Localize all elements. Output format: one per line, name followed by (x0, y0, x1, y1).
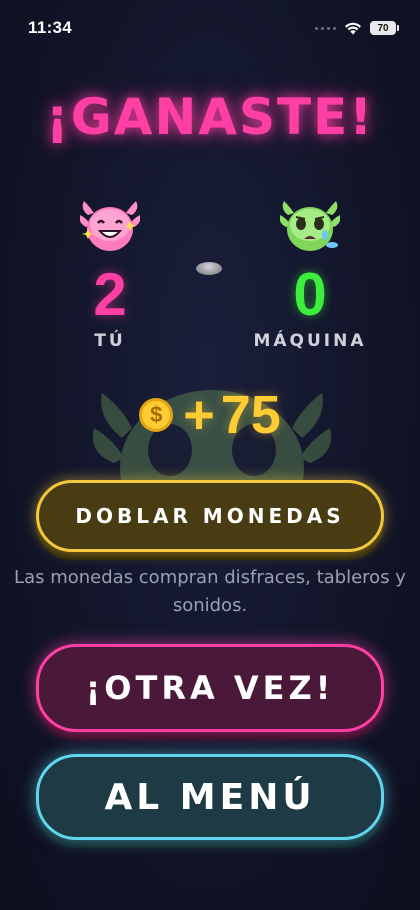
coin-icon: $ (139, 398, 174, 432)
player-you: 2 TÚ (40, 195, 180, 351)
score-divider (196, 262, 222, 275)
reward-amount-group: + 75 (183, 384, 281, 446)
play-again-button[interactable]: ¡OTRA VEZ! (36, 644, 384, 732)
reward-amount: 75 (220, 385, 281, 445)
status-icons: 70 (315, 21, 399, 35)
player-score: 2 (93, 261, 127, 328)
machine-score: 0 (293, 261, 327, 328)
machine-label: MÁQUINA (253, 331, 367, 351)
result-title: ¡GANASTE! (45, 88, 375, 146)
status-bar: 11:34 70 (0, 0, 420, 56)
back-to-menu-button[interactable]: AL MENÚ (36, 754, 384, 840)
status-time: 11:34 (28, 18, 73, 37)
player-machine: 0 MÁQUINA (240, 195, 380, 351)
happy-axolotl-icon (80, 201, 140, 251)
coins-hint: Las monedas compran disfraces, tableros … (14, 567, 406, 616)
cellular-signal-icon (315, 26, 336, 30)
sad-green-axolotl-icon (280, 201, 340, 251)
plus-icon: + (183, 385, 215, 445)
coin-reward: $ + 75 (0, 384, 420, 446)
battery-indicator: 70 (370, 21, 399, 35)
wifi-icon (344, 22, 362, 35)
player-label: TÚ (94, 331, 126, 351)
double-coins-button[interactable]: DOBLAR MONEDAS (36, 480, 384, 552)
